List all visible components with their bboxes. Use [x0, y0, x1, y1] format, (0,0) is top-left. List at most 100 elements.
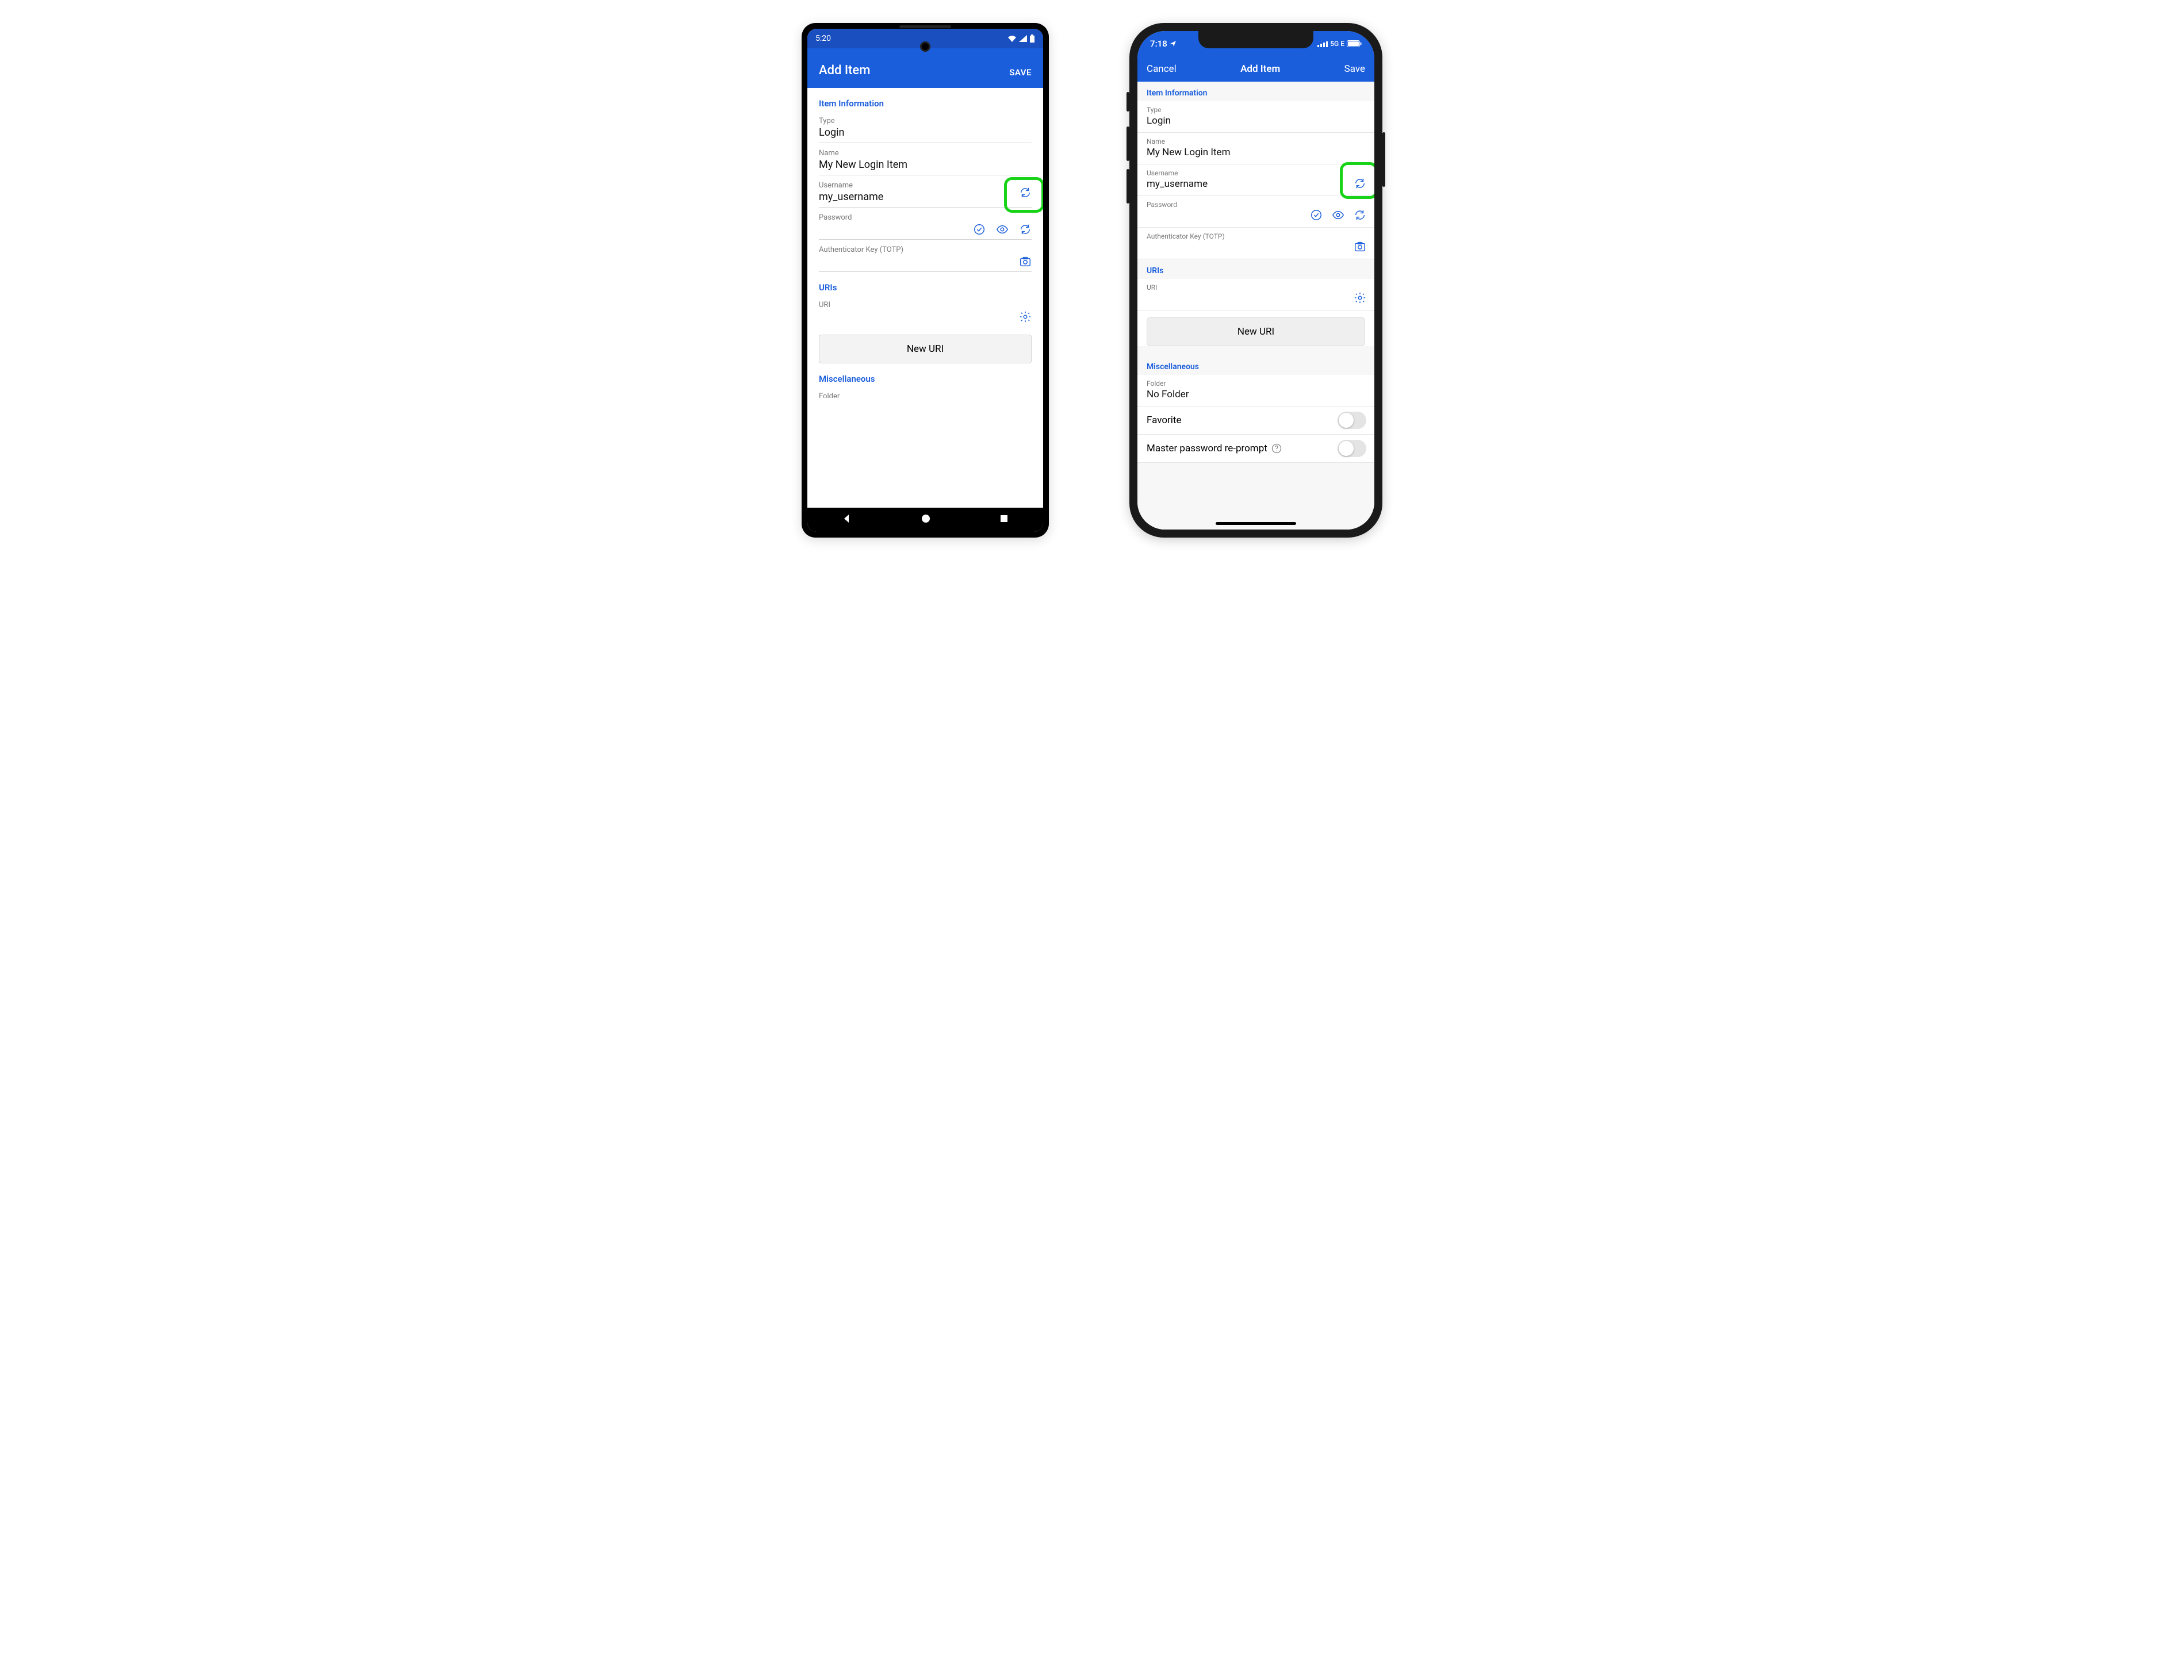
android-screen: 5:20 Add Item SAVE Item Information Type… [807, 29, 1043, 532]
signal-icon [1019, 35, 1027, 42]
totp-label: Authenticator Key (TOTP) [1147, 232, 1365, 240]
folder-field[interactable]: Folder No Folder [1137, 375, 1374, 406]
username-field[interactable]: Username my_username [1137, 164, 1374, 196]
type-label: Type [1147, 106, 1365, 114]
wifi-icon [1007, 35, 1017, 42]
reprompt-label: Master password re-prompt [1147, 443, 1267, 454]
uri-label: URI [819, 301, 1032, 309]
uri-field[interactable]: URI [1137, 279, 1374, 310]
battery-icon [1029, 34, 1035, 43]
totp-value [1147, 241, 1365, 254]
section-uris: URIs [1137, 259, 1374, 279]
section-miscellaneous: Miscellaneous [819, 374, 1032, 384]
save-button[interactable]: Save [1344, 63, 1365, 75]
username-value: my_username [1147, 178, 1365, 191]
folder-label: Folder [1147, 379, 1365, 388]
section-uris: URIs [819, 282, 1032, 293]
password-label: Password [1147, 201, 1365, 209]
type-field[interactable]: Type Login [819, 111, 1032, 143]
page-title: Add Item [1240, 63, 1280, 75]
network-label: 5G E [1330, 40, 1344, 48]
username-field[interactable]: Username my_username [819, 175, 1032, 208]
cancel-button[interactable]: Cancel [1147, 63, 1177, 75]
favorite-toggle[interactable] [1338, 412, 1366, 429]
ios-form-body: Item Information Type Login Name My New … [1137, 82, 1374, 530]
folder-value: No Folder [1147, 389, 1365, 401]
home-indicator[interactable] [1216, 522, 1296, 525]
show-password-icon[interactable] [996, 223, 1009, 236]
name-value: My New Login Item [1147, 147, 1365, 159]
recents-nav-icon[interactable] [999, 514, 1009, 526]
camera-hole [920, 41, 930, 52]
volume-up-button [1127, 126, 1129, 161]
password-field[interactable]: Password [819, 208, 1032, 240]
username-label: Username [1147, 169, 1365, 177]
ios-screen: 7:18 5G E Cancel Add Item Save Item Info… [1137, 31, 1374, 530]
section-item-information: Item Information [819, 98, 1032, 109]
ios-device-frame: 7:18 5G E Cancel Add Item Save Item Info… [1129, 23, 1382, 538]
power-button [1382, 132, 1385, 187]
type-label: Type [819, 117, 1032, 125]
location-icon [1170, 40, 1177, 47]
name-field[interactable]: Name My New Login Item [819, 143, 1032, 175]
type-value: Login [1147, 115, 1365, 128]
mute-switch [1127, 92, 1129, 112]
android-nav-bar [807, 508, 1043, 532]
name-value: My New Login Item [819, 159, 1032, 171]
totp-label: Authenticator Key (TOTP) [819, 246, 1032, 254]
generate-password-icon[interactable] [1019, 223, 1032, 236]
folder-label: Folder [819, 392, 1032, 398]
name-label: Name [819, 149, 1032, 158]
android-app-bar: Add Item SAVE [807, 48, 1043, 88]
totp-value [819, 255, 1032, 268]
battery-icon [1347, 40, 1362, 47]
name-field[interactable]: Name My New Login Item [1137, 133, 1374, 164]
section-item-information: Item Information [1137, 82, 1374, 101]
uri-value [819, 310, 1032, 323]
section-miscellaneous: Miscellaneous [1137, 355, 1374, 375]
generate-username-icon[interactable] [1019, 186, 1032, 199]
name-label: Name [1147, 137, 1365, 145]
new-uri-button[interactable]: New URI [1147, 317, 1365, 346]
check-password-icon[interactable] [1310, 209, 1323, 221]
reprompt-toggle[interactable] [1338, 440, 1366, 457]
signal-icon [1317, 41, 1328, 47]
generate-password-icon[interactable] [1354, 209, 1366, 221]
generate-username-icon[interactable] [1354, 177, 1366, 190]
uri-label: URI [1147, 283, 1365, 291]
favorite-label: Favorite [1147, 415, 1182, 426]
uri-value [1147, 293, 1365, 305]
reprompt-row[interactable]: Master password re-prompt [1137, 435, 1374, 463]
back-nav-icon[interactable] [842, 513, 852, 526]
notch [1198, 31, 1313, 48]
uri-field[interactable]: URI [819, 295, 1032, 327]
home-nav-icon[interactable] [921, 513, 931, 526]
page-title: Add Item [819, 63, 870, 78]
folder-field[interactable]: Folder [819, 386, 1032, 398]
volume-down-button [1127, 169, 1129, 204]
scan-qr-icon[interactable] [1019, 255, 1032, 268]
password-label: Password [819, 213, 1032, 222]
check-password-icon[interactable] [973, 223, 986, 236]
type-value: Login [819, 126, 1032, 139]
totp-field[interactable]: Authenticator Key (TOTP) [1137, 228, 1374, 259]
totp-field[interactable]: Authenticator Key (TOTP) [819, 240, 1032, 272]
new-uri-button[interactable]: New URI [819, 335, 1032, 363]
username-value: my_username [819, 191, 1032, 204]
uri-settings-icon[interactable] [1354, 291, 1366, 304]
save-button[interactable]: SAVE [1009, 67, 1032, 78]
help-icon[interactable] [1271, 443, 1282, 454]
username-label: Username [819, 181, 1032, 190]
show-password-icon[interactable] [1332, 209, 1344, 221]
type-field[interactable]: Type Login [1137, 101, 1374, 133]
ios-nav-bar: Cancel Add Item Save [1137, 56, 1374, 82]
android-form-body: Item Information Type Login Name My New … [807, 88, 1043, 508]
android-device-frame: 5:20 Add Item SAVE Item Information Type… [802, 23, 1049, 538]
scan-qr-icon[interactable] [1354, 240, 1366, 253]
status-time: 7:18 [1150, 39, 1167, 49]
uri-settings-icon[interactable] [1019, 310, 1032, 323]
status-right-cluster [1007, 34, 1035, 43]
favorite-row[interactable]: Favorite [1137, 406, 1374, 435]
status-time: 5:20 [815, 34, 831, 43]
password-field[interactable]: Password [1137, 196, 1374, 228]
